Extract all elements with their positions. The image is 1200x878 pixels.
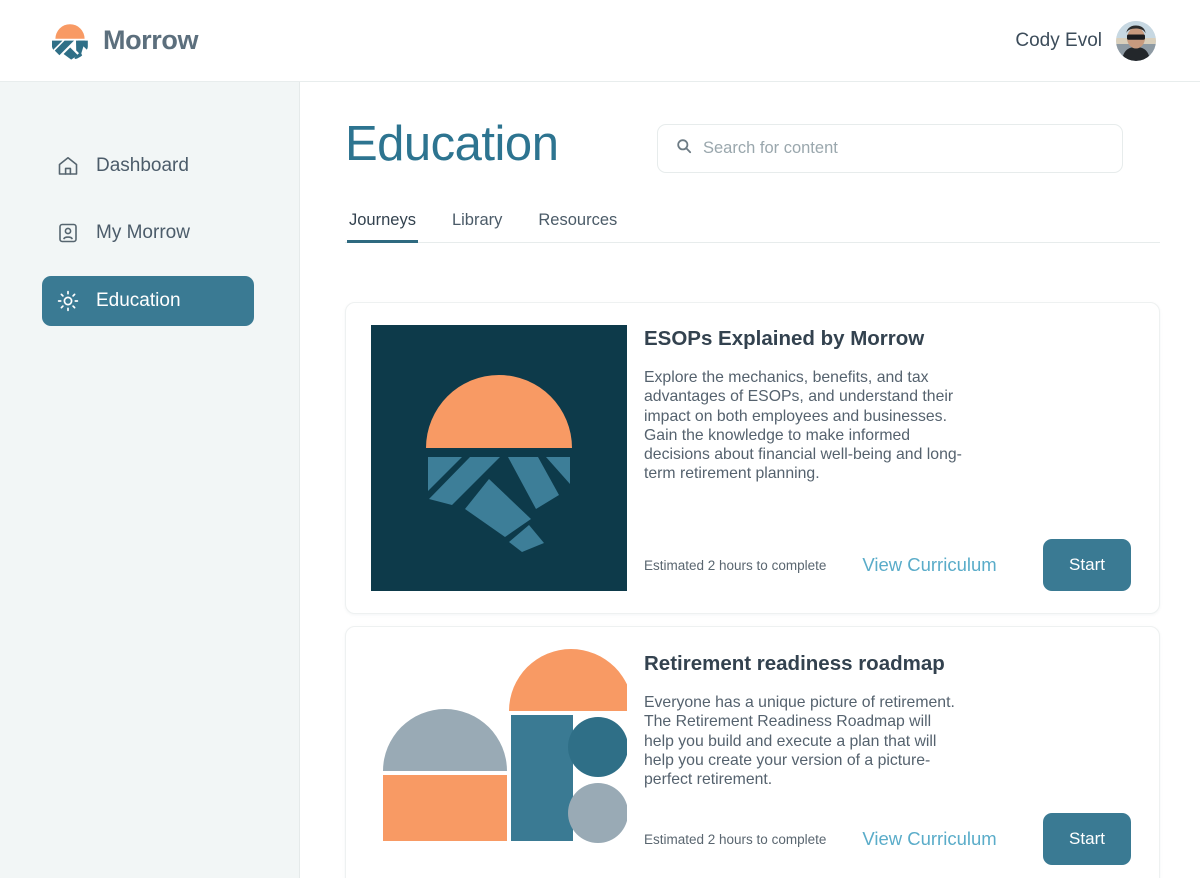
main-content: Education Journeys Library [300,82,1200,878]
journey-card-list: ESOPs Explained by Morrow Explore the me… [345,302,1160,878]
sidebar-item-label: Dashboard [96,155,189,176]
card-body: ESOPs Explained by Morrow Explore the me… [626,325,1131,591]
card-footer: Estimated 2 hours to complete View Curri… [644,807,1131,865]
avatar[interactable] [1116,20,1156,61]
search-box[interactable] [657,124,1123,173]
tab-journeys[interactable]: Journeys [347,211,418,243]
home-icon [56,154,80,178]
body-row: Dashboard My Morrow Education Education … [0,82,1200,878]
card-estimate: Estimated 2 hours to complete [644,831,827,847]
tab-resources[interactable]: Resources [536,211,619,243]
card-description: Explore the mechanics, benefits, and tax… [644,369,962,483]
card-image [371,325,627,591]
morrow-sunrise-logo-icon [50,21,90,61]
page-title: Education [345,117,559,171]
journey-card[interactable]: Retirement readiness roadmap Everyone ha… [345,626,1160,878]
sidebar-item-label: My Morrow [96,222,190,243]
view-curriculum-link[interactable]: View Curriculum [862,554,996,576]
view-curriculum-link[interactable]: View Curriculum [862,828,996,850]
card-title: ESOPs Explained by Morrow [644,327,925,350]
card-title: Retirement readiness roadmap [644,652,945,675]
card-estimate: Estimated 2 hours to complete [644,557,827,573]
app-root: Morrow Cody Evol Dashboard My Morrow Edu… [0,0,1200,878]
content-tabs: Journeys Library Resources [345,211,1160,243]
id-badge-icon [56,221,80,245]
retirement-shapes-illustration-icon [371,649,627,865]
brand-logo[interactable]: Morrow [50,21,198,61]
user-name: Cody Evol [1015,29,1102,51]
search-area [657,102,1123,173]
brand-name: Morrow [103,25,199,55]
top-bar: Morrow Cody Evol [0,0,1200,82]
journey-card[interactable]: ESOPs Explained by Morrow Explore the me… [345,302,1160,614]
search-icon [676,138,692,159]
search-input[interactable] [703,139,1104,158]
sidebar-item-label: Education [96,290,181,311]
card-footer: Estimated 2 hours to complete View Curri… [644,527,1131,591]
start-button[interactable]: Start [1043,813,1131,865]
sidebar-item-education[interactable]: Education [42,276,254,326]
sun-icon [56,289,80,313]
sidebar-item-dashboard[interactable]: Dashboard [42,142,255,190]
card-body: Retirement readiness roadmap Everyone ha… [626,649,1131,865]
tab-library[interactable]: Library [450,211,504,243]
sidebar: Dashboard My Morrow Education [0,82,300,878]
card-description: Everyone has a unique picture of retirem… [644,694,955,789]
start-button[interactable]: Start [1043,539,1131,591]
user-menu[interactable]: Cody Evol [1015,20,1156,61]
card-image [371,649,627,865]
page-header: Education [345,82,1160,173]
sidebar-item-my-morrow[interactable]: My Morrow [42,209,255,257]
esop-logo-tile-icon [371,325,627,591]
